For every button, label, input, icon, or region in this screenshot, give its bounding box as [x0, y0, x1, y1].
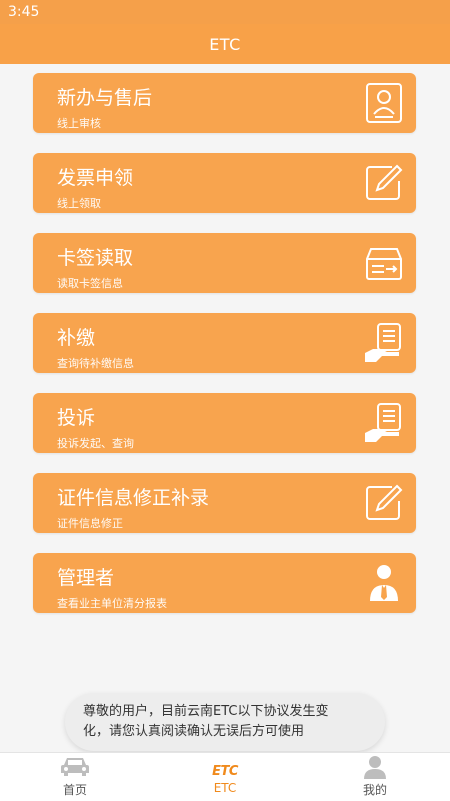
menu-card-document-correction[interactable]: 证件信息修正补录 证件信息修正	[33, 473, 416, 533]
menu-card-manager[interactable]: 管理者 查看业主单位清分报表	[33, 553, 416, 613]
bottom-nav: 首页 ETC ETC 我的	[0, 752, 450, 801]
car-icon	[25, 753, 125, 779]
card-subtitle: 投诉发起、查询	[57, 437, 134, 450]
card-subtitle: 查询待补缴信息	[57, 357, 134, 370]
hand-document-icon	[362, 401, 406, 445]
page-title: ETC	[209, 34, 241, 54]
user-icon	[325, 753, 425, 779]
toast-line-1: 尊敬的用户，目前云南ETC以下协议发生变	[83, 704, 329, 719]
menu-list: 新办与售后 线上审核 发票申领 线上领取 卡签读取 读取卡签信息 补缴 查询待补…	[33, 73, 416, 633]
id-card-icon	[362, 81, 406, 125]
card-title: 卡签读取	[57, 247, 134, 269]
menu-card-invoice[interactable]: 发票申领 线上领取	[33, 153, 416, 213]
nav-label: ETC	[213, 781, 237, 795]
nav-etc[interactable]: ETC ETC	[175, 753, 275, 801]
nav-label: 首页	[62, 783, 87, 797]
nav-label: 我的	[362, 783, 387, 797]
toast-line-2: 化，请您认真阅读确认无误后方可使用	[83, 724, 305, 739]
card-subtitle: 线上审核	[57, 117, 101, 130]
card-title: 补缴	[57, 327, 96, 349]
card-title: 证件信息修正补录	[57, 487, 210, 509]
protocol-change-toast: 尊敬的用户，目前云南ETC以下协议发生变 化，请您认真阅读确认无误后方可使用	[65, 693, 385, 751]
card-subtitle: 证件信息修正	[57, 517, 123, 530]
menu-card-complaint[interactable]: 投诉 投诉发起、查询	[33, 393, 416, 453]
hand-document-icon	[362, 321, 406, 365]
menu-card-new-and-aftersale[interactable]: 新办与售后 线上审核	[33, 73, 416, 133]
card-title: 新办与售后	[57, 87, 153, 109]
menu-card-supplementary-payment[interactable]: 补缴 查询待补缴信息	[33, 313, 416, 373]
card-title: 投诉	[57, 407, 96, 429]
edit-icon	[362, 481, 406, 525]
status-bar: 3:45	[0, 0, 450, 24]
edit-icon	[362, 161, 406, 205]
status-time: 3:45	[8, 4, 40, 20]
nav-home[interactable]: 首页	[25, 753, 125, 801]
card-subtitle: 读取卡签信息	[57, 277, 123, 290]
card-subtitle: 线上领取	[57, 197, 101, 210]
etc-logo-icon: ETC	[175, 753, 275, 779]
card-title: 发票申领	[57, 167, 134, 189]
manager-icon	[362, 561, 406, 605]
menu-card-card-read[interactable]: 卡签读取 读取卡签信息	[33, 233, 416, 293]
card-subtitle: 查看业主单位清分报表	[57, 597, 167, 610]
card-title: 管理者	[57, 567, 115, 589]
card-reader-icon	[362, 241, 406, 285]
etc-logo-text: ETC	[212, 764, 238, 779]
nav-mine[interactable]: 我的	[325, 753, 425, 801]
app-bar: ETC	[0, 24, 450, 64]
